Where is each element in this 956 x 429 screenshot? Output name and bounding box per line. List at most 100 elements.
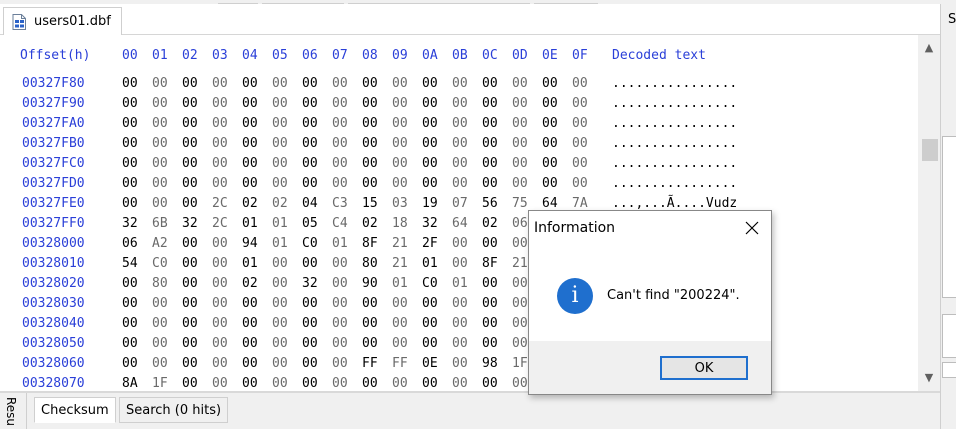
hex-byte[interactable]: 01 (242, 256, 264, 271)
hex-byte[interactable]: 00 (332, 316, 354, 331)
hex-row[interactable]: 00328060 00 00 00 00 00 00 00 00 FF FF 0E 00 98 1F (0, 356, 918, 376)
hex-byte[interactable]: 00 (302, 376, 324, 391)
hex-byte[interactable]: 98 (482, 356, 504, 371)
hex-byte[interactable]: 00 (302, 296, 324, 311)
hex-byte[interactable]: 00 (152, 116, 174, 131)
hex-byte[interactable]: 00 (362, 336, 384, 351)
hex-byte[interactable]: 00 (272, 156, 294, 171)
tab-search[interactable]: Search (0 hits) (119, 397, 229, 423)
hex-row[interactable]: 00328000 06 A2 00 00 94 01 C0 01 8F 21 2F 00 00 00 (0, 236, 918, 256)
hex-byte[interactable]: 00 (572, 76, 594, 91)
hex-byte[interactable]: 00 (212, 116, 234, 131)
hex-byte[interactable]: 94 (242, 236, 264, 251)
hex-byte[interactable]: 8F (482, 256, 504, 271)
hex-byte[interactable]: 00 (152, 96, 174, 111)
hex-byte[interactable]: 00 (272, 356, 294, 371)
tab-checksum[interactable]: Checksum (34, 397, 116, 423)
hex-byte[interactable]: C4 (332, 216, 354, 231)
hex-byte[interactable]: 00 (302, 136, 324, 151)
hex-byte[interactable]: 00 (332, 156, 354, 171)
hex-byte[interactable]: 00 (272, 336, 294, 351)
hex-byte[interactable]: 01 (392, 276, 414, 291)
hex-byte[interactable]: 00 (302, 336, 324, 351)
hex-byte[interactable]: 00 (122, 296, 144, 311)
hex-byte[interactable]: 00 (152, 176, 174, 191)
hex-row[interactable]: 00327FF0 32 6B 32 2C 01 01 05 C4 02 18 32 64 02 06 (0, 216, 918, 236)
hex-byte[interactable]: 80 (362, 256, 384, 271)
hex-byte[interactable]: 00 (302, 116, 324, 131)
hex-byte[interactable]: 90 (362, 276, 384, 291)
hex-byte[interactable]: 05 (302, 216, 324, 231)
hex-byte[interactable]: 00 (482, 276, 504, 291)
hex-byte[interactable]: 21 (392, 236, 414, 251)
scroll-thumb[interactable] (922, 139, 938, 161)
hex-byte[interactable]: 00 (302, 96, 324, 111)
hex-byte[interactable]: 00 (122, 336, 144, 351)
ok-button[interactable]: OK (660, 356, 748, 380)
hex-byte[interactable]: 00 (392, 136, 414, 151)
hex-byte[interactable]: C0 (302, 236, 324, 251)
hex-byte[interactable]: 02 (482, 216, 504, 231)
hex-byte[interactable]: 00 (482, 316, 504, 331)
hex-byte[interactable]: C0 (422, 276, 444, 291)
decoded-text[interactable]: ................ (612, 116, 737, 131)
hex-byte[interactable]: 00 (182, 256, 204, 271)
hex-byte[interactable]: 00 (482, 176, 504, 191)
hex-byte[interactable]: 00 (122, 196, 144, 211)
hex-row[interactable]: 00327FA0 00 00 00 00 00 00 00 00 00 00 00 00 00 00 00 00… (0, 116, 918, 136)
hex-byte[interactable]: 00 (272, 376, 294, 391)
hex-byte[interactable]: 00 (242, 116, 264, 131)
file-tab[interactable]: users01.dbf (3, 7, 122, 36)
hex-byte[interactable]: 00 (242, 76, 264, 91)
hex-byte[interactable]: 01 (332, 236, 354, 251)
hex-byte[interactable]: 00 (512, 76, 534, 91)
hex-byte[interactable]: 18 (392, 216, 414, 231)
hex-byte[interactable]: 00 (542, 136, 564, 151)
decoded-text[interactable]: ...,...Ã....Vudz (612, 196, 737, 211)
hex-byte[interactable]: 00 (122, 276, 144, 291)
hex-byte[interactable]: 02 (272, 196, 294, 211)
hex-byte[interactable]: 00 (212, 256, 234, 271)
hex-byte[interactable]: 00 (542, 156, 564, 171)
hex-byte[interactable]: 02 (242, 196, 264, 211)
hex-row[interactable]: 00327F80 00 00 00 00 00 00 00 00 00 00 00 00 00 00 00 00… (0, 76, 918, 96)
hex-byte[interactable]: 00 (182, 196, 204, 211)
hex-byte[interactable]: 03 (392, 196, 414, 211)
hex-byte[interactable]: 00 (422, 176, 444, 191)
decoded-text[interactable]: ................ (612, 176, 737, 191)
hex-byte[interactable]: 00 (182, 136, 204, 151)
scroll-up-icon[interactable]: ▲ (918, 37, 940, 59)
hex-byte[interactable]: 00 (122, 76, 144, 91)
hex-byte[interactable]: 06 (122, 236, 144, 251)
hex-byte[interactable]: 00 (482, 76, 504, 91)
hex-byte[interactable]: 75 (512, 196, 534, 211)
hex-byte[interactable]: 8F (362, 236, 384, 251)
hex-byte[interactable]: 00 (362, 116, 384, 131)
hex-byte[interactable]: 00 (272, 256, 294, 271)
hex-byte[interactable]: 00 (272, 116, 294, 131)
hex-byte[interactable]: 00 (392, 116, 414, 131)
scroll-down-icon[interactable]: ▼ (918, 367, 940, 389)
hex-byte[interactable]: 00 (272, 316, 294, 331)
hex-byte[interactable]: 00 (122, 176, 144, 191)
hex-byte[interactable]: 00 (182, 336, 204, 351)
hex-byte[interactable]: 00 (392, 296, 414, 311)
hex-byte[interactable]: 00 (182, 156, 204, 171)
hex-byte[interactable]: 00 (182, 276, 204, 291)
hex-byte[interactable]: 00 (152, 196, 174, 211)
hex-byte[interactable]: 00 (482, 376, 504, 391)
hex-byte[interactable]: 00 (332, 96, 354, 111)
hex-byte[interactable]: 00 (302, 316, 324, 331)
hex-byte[interactable]: 1F (152, 376, 174, 391)
hex-byte[interactable]: 00 (542, 96, 564, 111)
hex-byte[interactable]: 01 (422, 256, 444, 271)
hex-row[interactable]: 00328040 00 00 00 00 00 00 00 00 00 00 00 00 00 00 (0, 316, 918, 336)
hex-byte[interactable]: 00 (422, 296, 444, 311)
hex-byte[interactable]: 00 (392, 376, 414, 391)
hex-byte[interactable]: 2F (422, 236, 444, 251)
hex-byte[interactable]: 00 (152, 336, 174, 351)
hex-byte[interactable]: 80 (152, 276, 174, 291)
decoded-text[interactable]: ................ (612, 136, 737, 151)
hex-byte[interactable]: 54 (122, 256, 144, 271)
hex-byte[interactable]: 00 (452, 236, 474, 251)
